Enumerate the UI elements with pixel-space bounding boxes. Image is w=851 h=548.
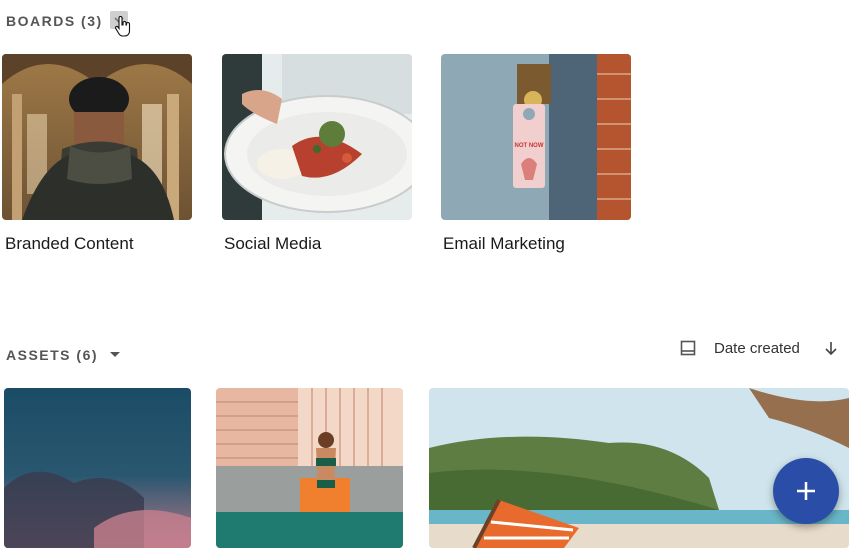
board-thumbnail-email-marketing[interactable]: NOT NOW xyxy=(441,54,631,220)
boards-section-title: BOARDS (3) xyxy=(6,13,103,29)
arrow-down-icon[interactable] xyxy=(824,340,838,356)
pool-photo xyxy=(216,388,403,548)
board-label[interactable]: Social Media xyxy=(224,234,321,254)
hand-cursor-icon xyxy=(114,16,131,37)
board-label[interactable]: Branded Content xyxy=(5,234,134,254)
door-photo xyxy=(441,54,631,220)
view-toggle-icon[interactable] xyxy=(680,340,696,356)
sort-dropdown[interactable]: Date created xyxy=(714,340,800,357)
asset-thumbnail[interactable] xyxy=(216,388,403,548)
board-label[interactable]: Email Marketing xyxy=(443,234,565,254)
add-button[interactable] xyxy=(773,458,839,524)
board-thumbnail-branded-content[interactable] xyxy=(2,54,192,220)
food-photo xyxy=(222,54,412,220)
plus-icon xyxy=(797,482,815,500)
asset-thumbnail[interactable] xyxy=(4,388,191,548)
board-thumbnail-social-media[interactable] xyxy=(222,54,412,220)
portrait-photo xyxy=(2,54,192,220)
sky-photo xyxy=(4,388,191,548)
door-sign-text: NOT NOW xyxy=(514,143,544,149)
chevron-down-icon[interactable] xyxy=(110,352,120,357)
assets-section-title: ASSETS (6) xyxy=(6,347,99,363)
